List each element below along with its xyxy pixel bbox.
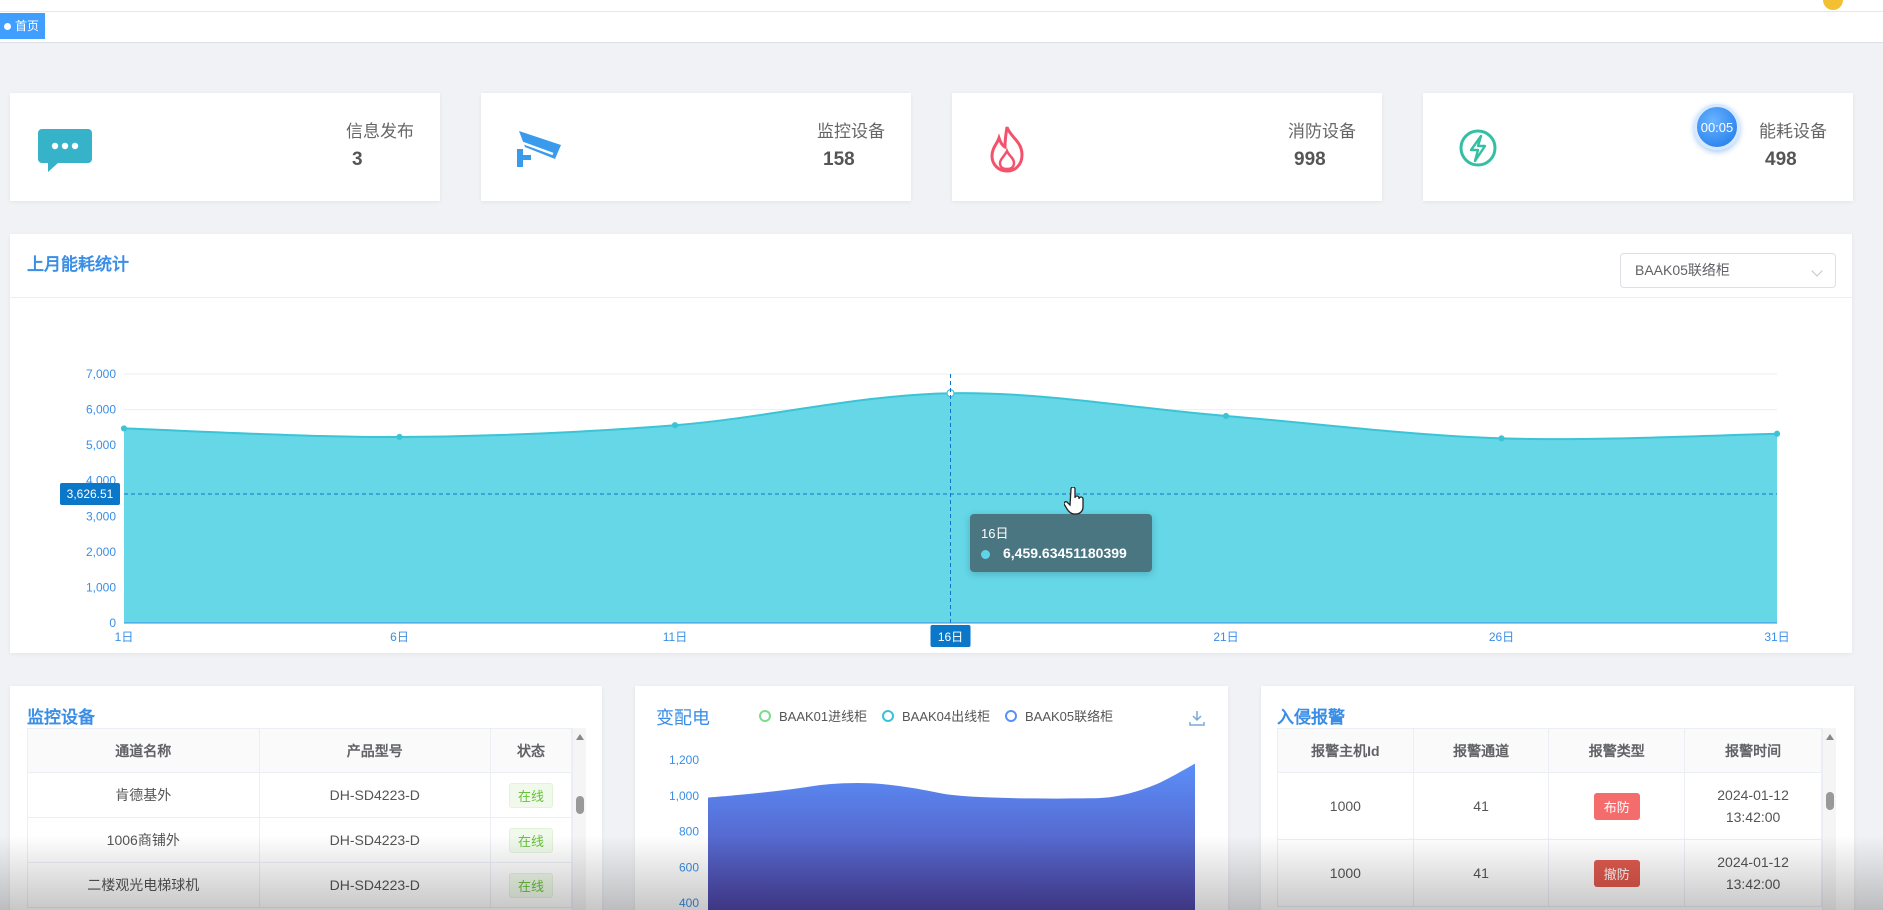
column-header[interactable]: 状态 xyxy=(490,728,572,773)
alarm-channel: 41 xyxy=(1412,772,1550,840)
stat-label: 信息发布 xyxy=(346,122,414,141)
alarm-channel: 41 xyxy=(1412,839,1550,907)
legend-label: BAAK05联络柜 xyxy=(1025,709,1114,724)
column-header[interactable]: 通道名称 xyxy=(27,728,260,773)
message-icon xyxy=(38,129,92,172)
stat-value: 3 xyxy=(352,149,363,170)
table-row[interactable]: 1000 41 撤防 2024-01-12 13:42:00 xyxy=(1277,839,1822,907)
legend-item[interactable]: BAAK04出线柜 xyxy=(882,706,990,725)
channel-name: 肯德基外 xyxy=(27,772,260,818)
column-header[interactable]: 报警主机Id xyxy=(1277,728,1414,773)
status-badge: 在线 xyxy=(509,827,554,853)
alarm-time: 2024-01-12 13:42:00 xyxy=(1684,772,1822,840)
tab-home-label: 首页 xyxy=(15,19,40,33)
table-row[interactable]: 1006商铺外 DH-SD4223-D 在线 xyxy=(27,817,572,863)
power-panel-title: 变配电 xyxy=(656,708,710,728)
energy-icon xyxy=(1459,129,1497,167)
column-header[interactable]: 产品型号 xyxy=(258,728,492,773)
stat-card-fire[interactable]: 消防设备 998 xyxy=(952,93,1382,201)
tooltip-value: 6,459.63451180399 xyxy=(1003,545,1127,561)
product-model: DH-SD4223-D xyxy=(258,772,492,818)
fire-icon xyxy=(990,126,1024,173)
host-id: 1000 xyxy=(1277,772,1414,840)
column-header[interactable]: 报警时间 xyxy=(1684,728,1822,773)
legend-item[interactable]: BAAK05联络柜 xyxy=(1005,706,1113,725)
legend-marker-icon xyxy=(1005,709,1017,722)
stat-card-energy[interactable]: 能耗设备 498 xyxy=(1423,93,1853,201)
energy-panel xyxy=(10,234,1852,653)
monitor-panel-title: 监控设备 xyxy=(27,708,95,727)
tooltip-title: 16日 xyxy=(981,526,1009,541)
stat-card-info[interactable]: 信息发布 3 xyxy=(10,93,440,201)
stat-label: 监控设备 xyxy=(817,122,885,141)
cabinet-select[interactable]: BAAK05联络柜 xyxy=(1620,253,1836,288)
status-cell: 在线 xyxy=(490,862,572,908)
stat-value: 498 xyxy=(1765,149,1797,170)
scrollbar[interactable] xyxy=(572,728,586,910)
stat-card-camera[interactable]: 监控设备 158 xyxy=(481,93,911,201)
tab-home[interactable]: 首页 xyxy=(0,13,46,39)
top-header xyxy=(0,0,1883,12)
scroll-thumb[interactable] xyxy=(1826,792,1834,810)
table-row[interactable]: 二楼观光电梯球机 DH-SD4223-D 在线 xyxy=(27,862,572,908)
hand-cursor-icon xyxy=(1064,487,1084,515)
stat-label: 消防设备 xyxy=(1288,122,1356,141)
scroll-up-icon[interactable] xyxy=(576,734,584,740)
alarm-type-cell: 撤防 xyxy=(1548,839,1686,907)
product-model: DH-SD4223-D xyxy=(258,817,492,863)
tags-view-bar: 首页 xyxy=(0,12,1883,43)
column-header[interactable]: 报警类型 xyxy=(1548,728,1686,773)
download-icon[interactable] xyxy=(1188,709,1206,727)
legend-item[interactable]: BAAK01进线柜 xyxy=(759,706,867,725)
alarm-type-badge: 布防 xyxy=(1593,792,1640,820)
avatar[interactable] xyxy=(1823,0,1843,10)
stat-value: 998 xyxy=(1294,149,1326,170)
intrusion-table: 报警主机Id 报警通道 报警类型 报警时间 1000 41 布防 2024-01… xyxy=(1277,728,1822,907)
channel-name: 1006商铺外 xyxy=(27,817,260,863)
scroll-thumb[interactable] xyxy=(576,796,584,814)
energy-panel-title: 上月能耗统计 xyxy=(27,255,129,274)
alarm-time: 2024-01-12 13:42:00 xyxy=(1684,839,1822,907)
column-header[interactable]: 报警通道 xyxy=(1412,728,1550,773)
status-cell: 在线 xyxy=(490,817,572,863)
monitor-table: 通道名称 产品型号 状态 肯德基外 DH-SD4223-D 在线 1006商铺外… xyxy=(27,728,572,908)
table-row[interactable]: 1000 41 布防 2024-01-12 13:42:00 xyxy=(1277,772,1822,840)
table-row[interactable]: 肯德基外 DH-SD4223-D 在线 xyxy=(27,772,572,818)
chevron-down-icon xyxy=(1811,265,1823,277)
divider xyxy=(10,297,1852,298)
status-badge: 在线 xyxy=(509,872,554,898)
channel-name: 二楼观光电梯球机 xyxy=(27,862,260,908)
legend-marker-icon xyxy=(759,709,771,722)
host-id: 1000 xyxy=(1277,839,1414,907)
alarm-type-badge: 撤防 xyxy=(1593,859,1640,887)
timer-badge[interactable]: 00:05 xyxy=(1694,104,1740,150)
active-dot-icon xyxy=(4,22,11,30)
scroll-up-icon[interactable] xyxy=(1826,734,1834,740)
intrusion-panel-title: 入侵报警 xyxy=(1277,708,1345,727)
stat-label: 能耗设备 xyxy=(1759,122,1827,141)
chart-tooltip: 16日 6,459.63451180399 xyxy=(970,514,1152,572)
camera-icon xyxy=(517,131,561,167)
status-cell: 在线 xyxy=(490,772,572,818)
cabinet-select-value: BAAK05联络柜 xyxy=(1635,262,1730,278)
legend-label: BAAK04出线柜 xyxy=(902,709,991,724)
stat-value: 158 xyxy=(823,149,855,170)
product-model: DH-SD4223-D xyxy=(258,862,492,908)
legend-label: BAAK01进线柜 xyxy=(779,709,868,724)
scrollbar[interactable] xyxy=(1822,728,1836,910)
status-badge: 在线 xyxy=(509,782,554,808)
tooltip-marker-icon xyxy=(981,550,990,559)
alarm-type-cell: 布防 xyxy=(1548,772,1686,840)
legend-marker-icon xyxy=(882,709,894,722)
